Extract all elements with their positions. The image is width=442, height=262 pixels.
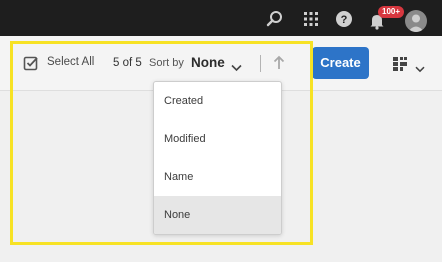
search-icon[interactable]	[266, 10, 284, 28]
selection-count: 5 of 5	[113, 57, 142, 69]
svg-text:?: ?	[341, 14, 348, 26]
sort-by-menu: Created Modified Name None	[153, 81, 282, 235]
sort-by-label: Sort by	[149, 57, 184, 69]
select-all-button[interactable]: Select All	[47, 56, 94, 68]
sort-option-none[interactable]: None	[154, 196, 281, 234]
checkbox-icon[interactable]	[23, 55, 39, 71]
sort-dropdown-value[interactable]: None	[191, 55, 225, 70]
toolbar-divider	[260, 55, 261, 72]
sort-option-name[interactable]: Name	[154, 158, 281, 196]
view-switcher-icon[interactable]	[392, 56, 408, 77]
sort-option-created[interactable]: Created	[154, 82, 281, 120]
create-button[interactable]: Create	[312, 47, 369, 79]
shell-header: ? 100+	[0, 0, 442, 36]
view-switcher-chevron-icon[interactable]	[415, 60, 425, 78]
notification-count-badge: 100+	[378, 6, 405, 18]
apps-grid-icon[interactable]	[302, 10, 320, 28]
chevron-down-icon[interactable]	[231, 59, 242, 77]
sort-option-modified[interactable]: Modified	[154, 120, 281, 158]
sort-ascending-icon[interactable]	[273, 55, 285, 76]
help-icon[interactable]: ?	[335, 10, 353, 28]
avatar[interactable]	[405, 10, 427, 32]
